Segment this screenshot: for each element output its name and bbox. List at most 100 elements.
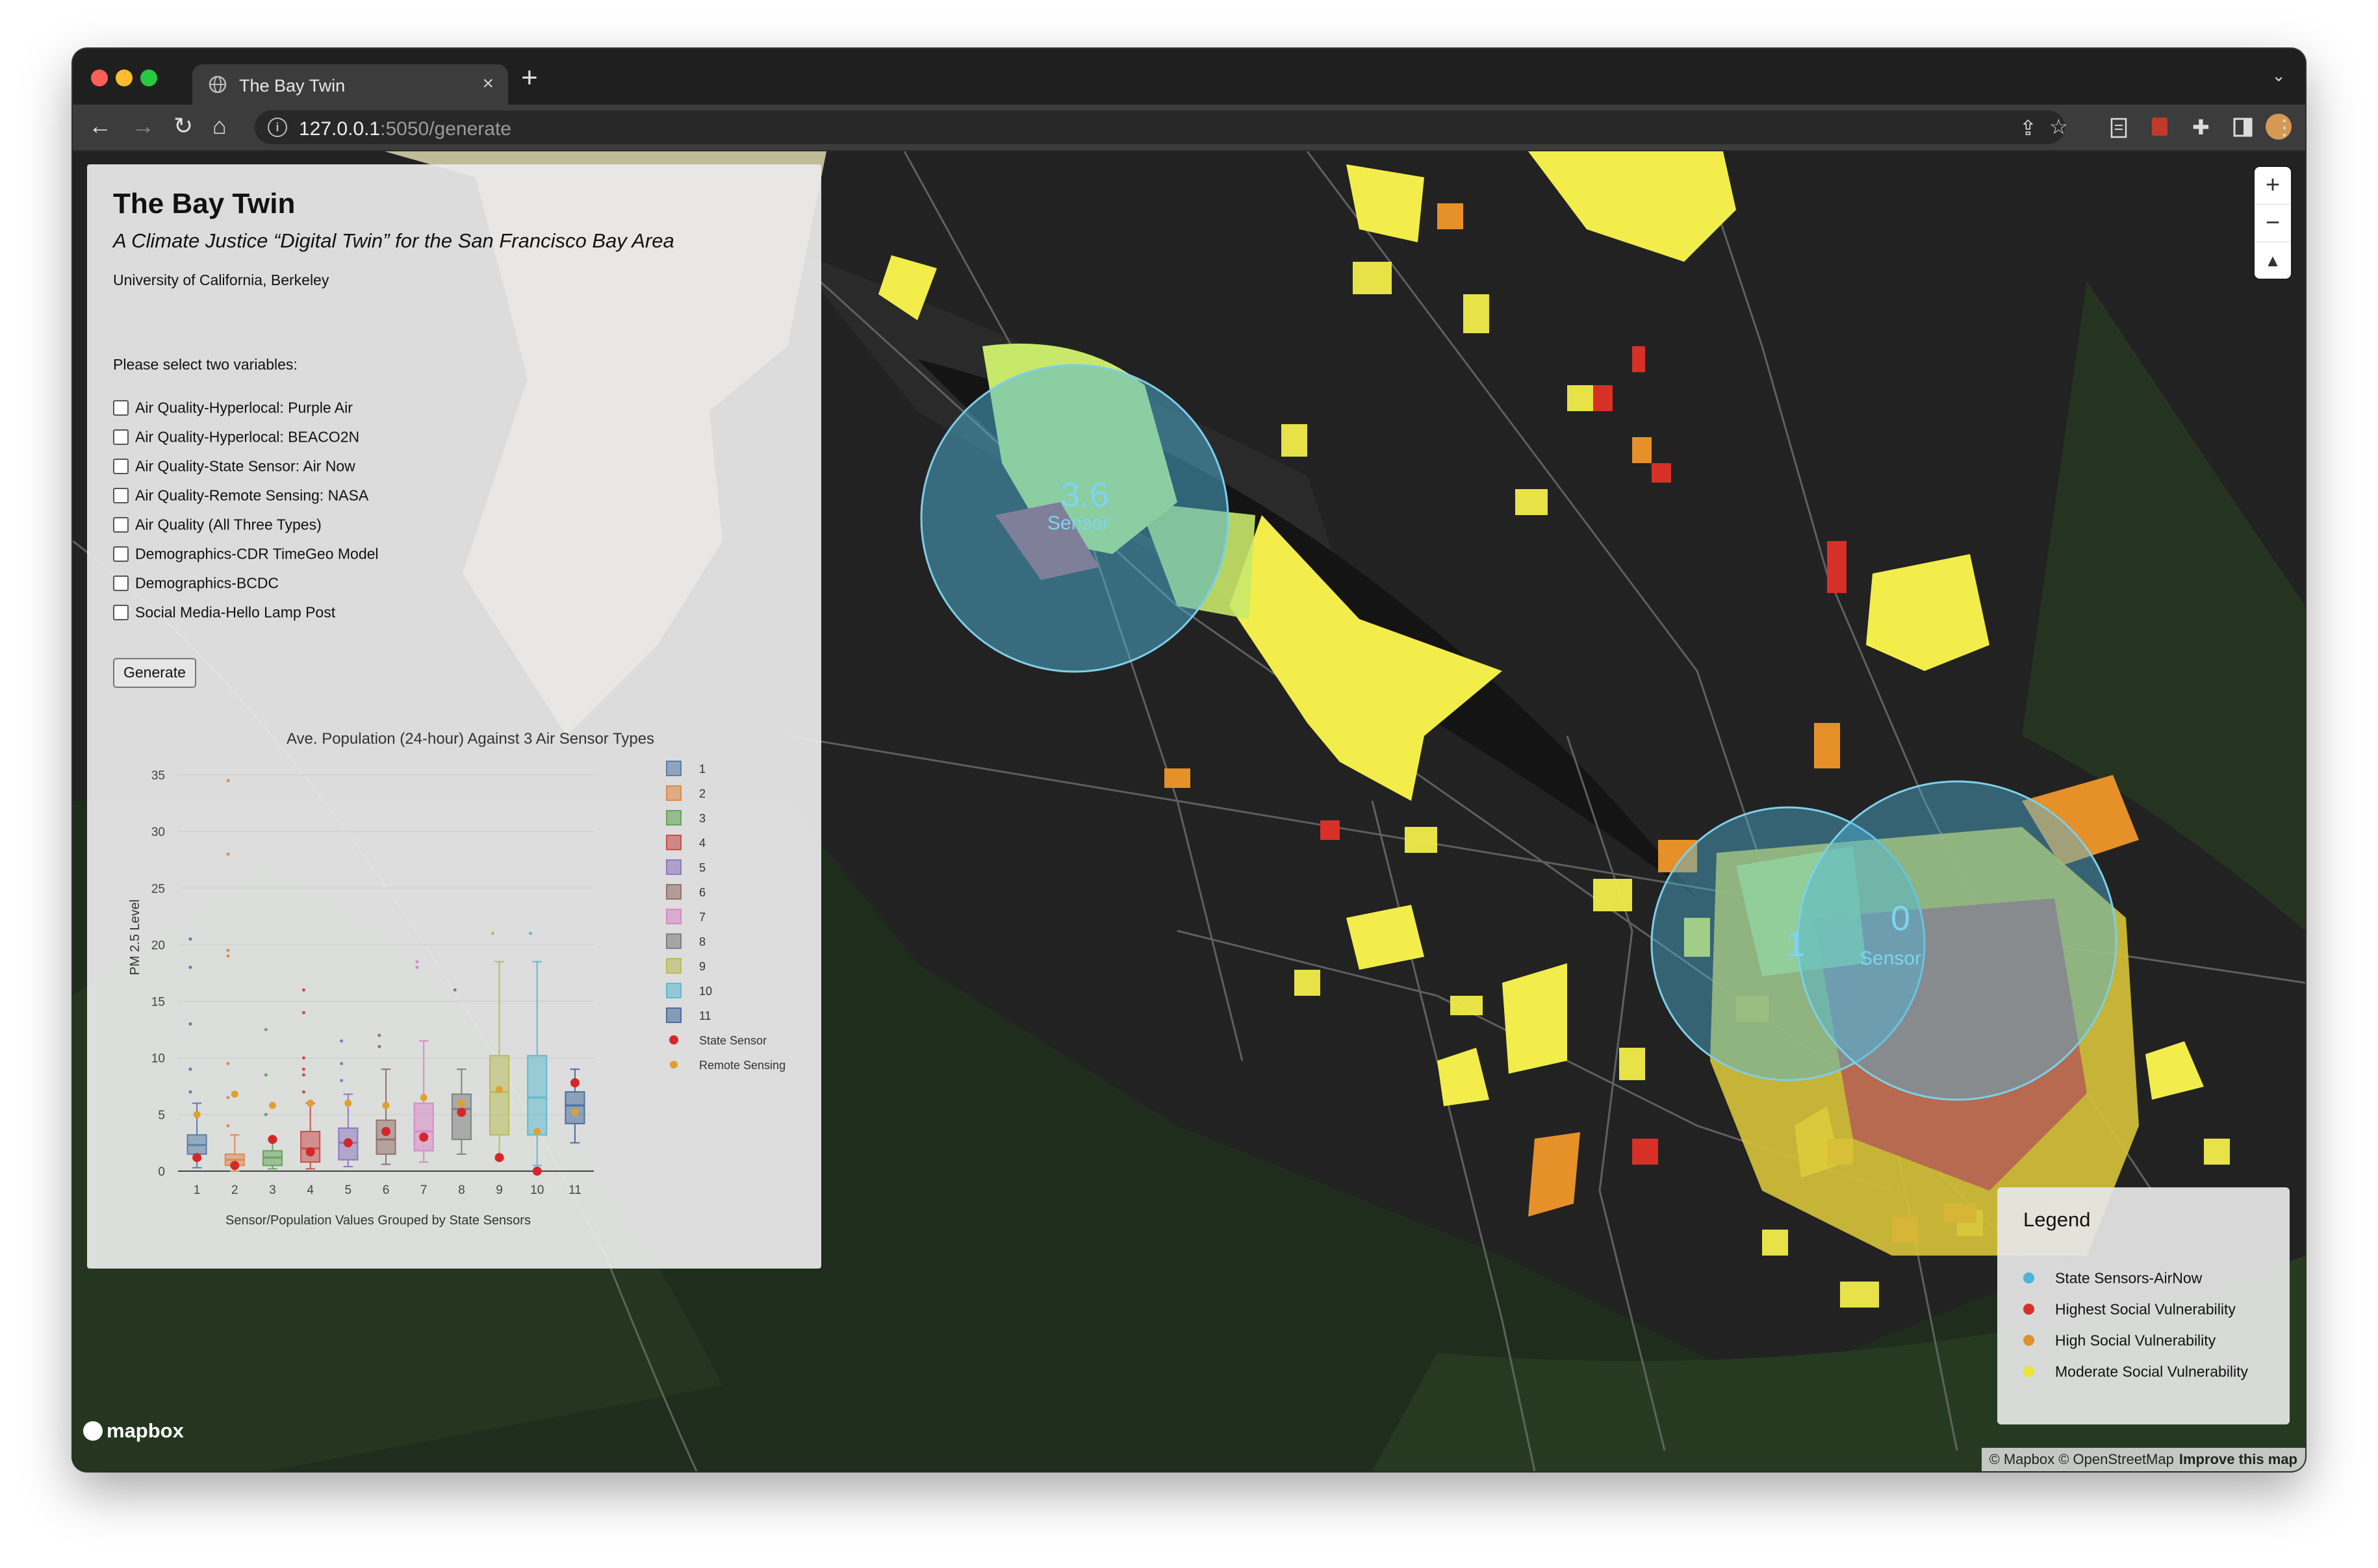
y-tick-label: 20 [151, 939, 165, 952]
document-icon[interactable] [2110, 118, 2127, 138]
option-checkbox[interactable]: Air Quality-Remote Sensing: NASA [113, 486, 368, 504]
legend-label: 10 [699, 985, 712, 998]
outlier-point [226, 1096, 230, 1100]
organization-label: University of California, Berkeley [113, 272, 329, 288]
outlier-point [264, 1028, 268, 1031]
state-sensor-point [457, 1107, 467, 1117]
legend-label: 5 [699, 861, 706, 874]
x-tick-label: 11 [569, 1183, 582, 1197]
x-tick-label: 1 [194, 1183, 201, 1197]
option-checkbox[interactable]: Air Quality-State Sensor: Air Now [113, 457, 355, 475]
minimize-window-button[interactable] [116, 70, 133, 86]
star-icon[interactable]: ☆ [2049, 114, 2068, 139]
outlier-point [188, 1022, 192, 1026]
sidebar-icon[interactable] [2233, 118, 2253, 137]
checkbox[interactable] [113, 429, 129, 445]
x-tick-label: 5 [345, 1183, 352, 1197]
legend-label: 1 [699, 763, 706, 776]
y-tick-label: 30 [151, 826, 165, 839]
box-7 [413, 960, 434, 1163]
legend-label: Remote Sensing [699, 1059, 786, 1072]
y-tick-label: 10 [151, 1052, 165, 1066]
generate-button[interactable]: Generate [113, 658, 196, 688]
outlier-point [340, 1061, 344, 1065]
outlier-point [377, 1033, 381, 1037]
back-icon[interactable]: ← [88, 112, 112, 140]
tab-title: The Bay Twin [239, 76, 346, 95]
checkbox[interactable] [113, 604, 129, 620]
option-checkbox[interactable]: Air Quality-Hyperlocal: Purple Air [113, 398, 353, 416]
close-tab-icon[interactable]: × [482, 73, 494, 95]
checkbox[interactable] [113, 516, 129, 533]
chevron-down-icon[interactable]: ⌄ [2271, 66, 2286, 86]
legend-swatch [666, 983, 682, 998]
extension-red-icon[interactable] [2151, 116, 2169, 137]
close-window-button[interactable] [91, 70, 108, 86]
attribution-text[interactable]: © Mapbox © OpenStreetMap [1989, 1451, 2174, 1467]
outlier-point [415, 965, 419, 969]
globe-icon [209, 75, 227, 94]
box-6 [376, 1033, 396, 1165]
home-icon[interactable]: ⌂ [212, 112, 227, 140]
checkbox[interactable] [113, 546, 129, 562]
chart-y-label: PM 2.5 Level [128, 900, 142, 976]
legend-swatch [666, 785, 682, 801]
legend-swatch [670, 1061, 678, 1069]
x-tick-label: 3 [269, 1183, 276, 1197]
legend-swatch [666, 761, 682, 776]
more-icon[interactable]: ⋮ [2274, 115, 2295, 140]
outlier-point [264, 1073, 268, 1077]
remote-sensing-point [307, 1099, 314, 1107]
option-checkbox[interactable]: Air Quality (All Three Types) [113, 515, 322, 533]
box [565, 1091, 585, 1124]
option-checkbox[interactable]: Demographics-CDR TimeGeo Model [113, 544, 379, 563]
url-text: 127.0.0.1:5050/generate [299, 118, 511, 140]
map-attribution: © Mapbox © OpenStreetMap Improve this map [1981, 1448, 2305, 1471]
checkbox[interactable] [113, 575, 129, 591]
sensor-name-label: Sensor [1047, 512, 1110, 534]
map-canvas[interactable]: 3.6 Sensor 1 0 Sensor The Bay Twin A Cli… [73, 151, 2305, 1471]
x-tick-label: 8 [458, 1183, 465, 1197]
x-tick-label: 6 [383, 1183, 390, 1197]
sensor-value-label: 0 [1891, 899, 1911, 938]
improve-map-link[interactable]: Improve this map [2179, 1451, 2297, 1467]
browser-tab[interactable]: The Bay Twin × [192, 64, 508, 105]
share-icon[interactable]: ⇪ [2019, 116, 2037, 140]
checkbox[interactable] [113, 399, 129, 416]
legend-swatch [666, 933, 682, 949]
outlier-point [226, 1124, 230, 1128]
outlier-point [226, 948, 230, 952]
state-sensor-point [343, 1138, 353, 1148]
app-subtitle: A Climate Justice “Digital Twin” for the… [113, 229, 674, 252]
x-tick-label: 7 [420, 1183, 428, 1197]
maximize-window-button[interactable] [140, 70, 157, 86]
checkbox[interactable] [113, 487, 129, 503]
box [489, 1055, 510, 1136]
outlier-point [340, 1079, 344, 1083]
state-sensor-point [532, 1167, 542, 1176]
outlier-point [415, 960, 419, 964]
outlier-point [301, 1090, 305, 1094]
puzzle-icon[interactable]: ✚ [2192, 115, 2210, 140]
remote-sensing-point [344, 1099, 352, 1107]
address-bar[interactable]: i 127.0.0.1:5050/generate ⇪ ☆ [255, 110, 2068, 144]
zoom-in-icon[interactable]: + [2255, 167, 2291, 205]
x-tick-label: 10 [530, 1183, 544, 1197]
option-checkbox[interactable]: Demographics-BCDC [113, 574, 279, 592]
checkbox[interactable] [113, 458, 129, 474]
legend-swatch [666, 958, 682, 974]
compass-icon[interactable]: ▲ [2255, 242, 2291, 279]
zoom-out-icon[interactable]: − [2255, 205, 2291, 242]
state-sensor-point [230, 1161, 240, 1170]
info-icon[interactable]: i [268, 118, 287, 137]
outlier-point [377, 1044, 381, 1048]
state-sensor-point [192, 1153, 202, 1163]
option-checkbox[interactable]: Air Quality-Hyperlocal: BEACO2N [113, 427, 359, 446]
outlier-point [188, 1090, 192, 1094]
new-tab-icon[interactable]: + [521, 62, 538, 94]
browser-window: The Bay Twin × + ⌄ ← → ↻ ⌂ i 127.0.0.1:5… [73, 49, 2305, 1471]
reload-icon[interactable]: ↻ [173, 112, 193, 140]
forward-icon[interactable]: → [131, 112, 155, 140]
option-checkbox[interactable]: Social Media-Hello Lamp Post [113, 603, 335, 621]
mapbox-logo[interactable]: mapbox [83, 1418, 184, 1443]
